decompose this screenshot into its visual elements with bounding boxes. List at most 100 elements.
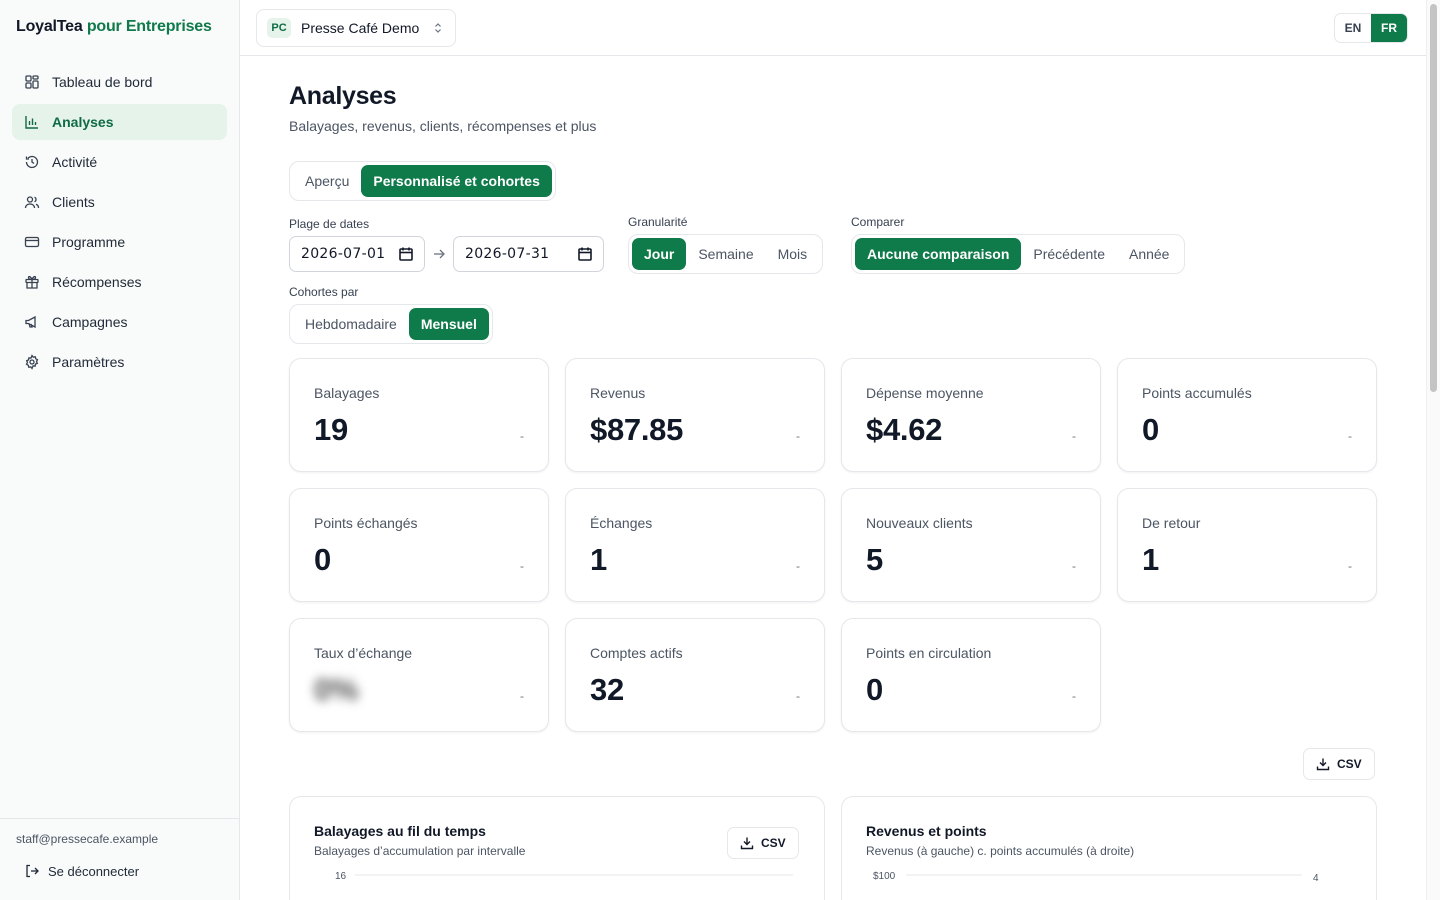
metric-title: Comptes actifs xyxy=(590,645,683,661)
sidebar-item-rewards[interactable]: Récompenses xyxy=(12,264,227,300)
y-axis-left-tick: $100 xyxy=(873,871,896,882)
sidebar-item-label: Analyses xyxy=(52,114,114,130)
metric-delta: - xyxy=(1072,559,1076,573)
sidebar-item-settings[interactable]: Paramètres xyxy=(12,344,227,380)
language-toggle: EN FR xyxy=(1334,13,1408,43)
granularity-toggle: Jour Semaine Mois xyxy=(628,234,824,274)
lang-en-button[interactable]: EN xyxy=(1335,14,1371,42)
metric-value: 19 xyxy=(314,412,348,447)
sidebar-nav: Tableau de bord Analyses Activité Client… xyxy=(12,64,227,384)
logout-icon xyxy=(26,864,39,878)
compare-label: Comparer xyxy=(851,215,905,229)
swipes-export-csv-button[interactable]: CSV xyxy=(727,827,799,859)
metric-value: 0 xyxy=(866,672,883,707)
metric-title: Balayages xyxy=(314,385,380,401)
revenue-points-chart: $100 4 xyxy=(873,871,1319,884)
compare-none[interactable]: Aucune comparaison xyxy=(855,238,1022,270)
metric-delta: - xyxy=(520,559,524,573)
sidebar-item-clients[interactable]: Clients xyxy=(12,184,227,220)
csv-label: CSV xyxy=(761,836,786,850)
metric-title: Revenus xyxy=(590,385,646,401)
compare-year[interactable]: Année xyxy=(1117,238,1181,270)
page-title: Analyses xyxy=(289,82,397,110)
sidebar-item-activity[interactable]: Activité xyxy=(12,144,227,180)
granularity-month[interactable]: Mois xyxy=(766,238,820,270)
metric-title: Nouveaux clients xyxy=(866,515,973,531)
metric-card-average-spend: Dépense moyenne $4.62 - xyxy=(841,358,1101,472)
metric-title: De retour xyxy=(1142,515,1201,531)
cohorts-monthly[interactable]: Mensuel xyxy=(408,308,489,340)
logout-button[interactable]: Se déconnecter xyxy=(24,863,139,879)
sidebar-item-campaigns[interactable]: Campagnes xyxy=(12,304,227,340)
brand-logo[interactable]: LoyalTea pour Entreprises xyxy=(16,18,212,36)
compare-previous[interactable]: Précédente xyxy=(1021,238,1117,270)
brand-suffix: pour Entreprises xyxy=(86,18,212,35)
granularity-week[interactable]: Semaine xyxy=(686,238,765,270)
users-icon xyxy=(24,194,40,210)
calendar-icon[interactable] xyxy=(577,246,593,262)
chevron-up-down-icon xyxy=(435,23,441,33)
date-from-input[interactable]: 2026-07-01 xyxy=(289,236,425,272)
org-name: Presse Café Demo xyxy=(301,20,420,36)
metric-delta: - xyxy=(1072,429,1076,443)
sidebar-item-label: Tableau de bord xyxy=(52,74,153,90)
download-icon xyxy=(740,837,754,850)
metric-delta: - xyxy=(1072,689,1076,703)
topbar: PC Presse Café Demo EN FR xyxy=(240,0,1426,56)
bar-chart-icon xyxy=(24,114,40,130)
gear-icon xyxy=(24,354,40,370)
swipes-over-time-panel: Balayages au fil du temps Balayages d’ac… xyxy=(289,796,825,900)
tab-overview[interactable]: Aperçu xyxy=(293,165,361,197)
metric-delta: - xyxy=(1348,559,1352,573)
metric-delta: - xyxy=(796,429,800,443)
metric-title: Taux d’échange xyxy=(314,645,413,661)
metric-card-revenue: Revenus $87.85 - xyxy=(565,358,825,472)
date-to-input[interactable]: 2026-07-31 xyxy=(453,236,604,272)
sidebar: LoyalTea pour Entreprises Tableau de bor… xyxy=(0,0,240,900)
metric-card-points-in-circulation: Points en circulation 0 - xyxy=(841,618,1101,732)
arrow-right-icon xyxy=(434,249,445,259)
metric-delta: - xyxy=(520,689,524,703)
dashboard-icon xyxy=(24,74,40,90)
swipes-chart: 16 xyxy=(335,871,793,882)
panel-subtitle: Revenus (à gauche) c. points accumulés (… xyxy=(866,844,1135,858)
granularity-day[interactable]: Jour xyxy=(632,238,687,270)
panel-title: Revenus et points xyxy=(866,823,987,839)
cohorts-toggle: Hebdomadaire Mensuel xyxy=(289,304,493,344)
history-icon xyxy=(24,154,40,170)
metric-delta: - xyxy=(520,429,524,443)
csv-label: CSV xyxy=(1337,757,1362,771)
sidebar-item-analytics[interactable]: Analyses xyxy=(12,104,227,140)
sidebar-item-dashboard[interactable]: Tableau de bord xyxy=(12,64,227,100)
date-to-value: 2026-07-31 xyxy=(465,246,550,262)
lang-fr-button[interactable]: FR xyxy=(1371,14,1407,42)
organization-switcher[interactable]: PC Presse Café Demo xyxy=(256,9,456,47)
page-scrollbar[interactable] xyxy=(1426,0,1440,900)
metric-card-active-accounts: Comptes actifs 32 - xyxy=(565,618,825,732)
y-axis-tick: 16 xyxy=(335,871,347,882)
metric-value: 32 xyxy=(590,672,624,707)
sidebar-item-label: Clients xyxy=(52,194,95,210)
sidebar-item-program[interactable]: Programme xyxy=(12,224,227,260)
main-content: Analyses Balayages, revenus, clients, ré… xyxy=(240,56,1426,900)
metric-value: 0% xyxy=(314,672,359,707)
calendar-icon[interactable] xyxy=(398,246,414,262)
metric-card-redemptions: Échanges 1 - xyxy=(565,488,825,602)
scrollbar-thumb[interactable] xyxy=(1430,4,1437,392)
export-csv-button[interactable]: CSV xyxy=(1303,748,1375,780)
cohorts-weekly[interactable]: Hebdomadaire xyxy=(293,308,409,340)
metric-value: 1 xyxy=(590,542,607,577)
sidebar-item-label: Récompenses xyxy=(52,274,142,290)
page-subtitle: Balayages, revenus, clients, récompenses… xyxy=(289,118,597,134)
metric-card-returning: De retour 1 - xyxy=(1117,488,1377,602)
panel-subtitle: Balayages d’accumulation par intervalle xyxy=(314,844,526,858)
metric-card-swipes: Balayages 19 - xyxy=(289,358,549,472)
metric-title: Points échangés xyxy=(314,515,418,531)
compare-toggle: Aucune comparaison Précédente Année xyxy=(851,234,1186,274)
metric-value: $4.62 xyxy=(866,412,943,447)
sidebar-footer: staff@pressecafe.example Se déconnecter xyxy=(0,818,239,900)
sidebar-item-label: Programme xyxy=(52,234,126,250)
megaphone-icon xyxy=(24,314,40,330)
metric-title: Points accumulés xyxy=(1142,385,1252,401)
tab-custom-cohorts[interactable]: Personnalisé et cohortes xyxy=(361,165,552,197)
